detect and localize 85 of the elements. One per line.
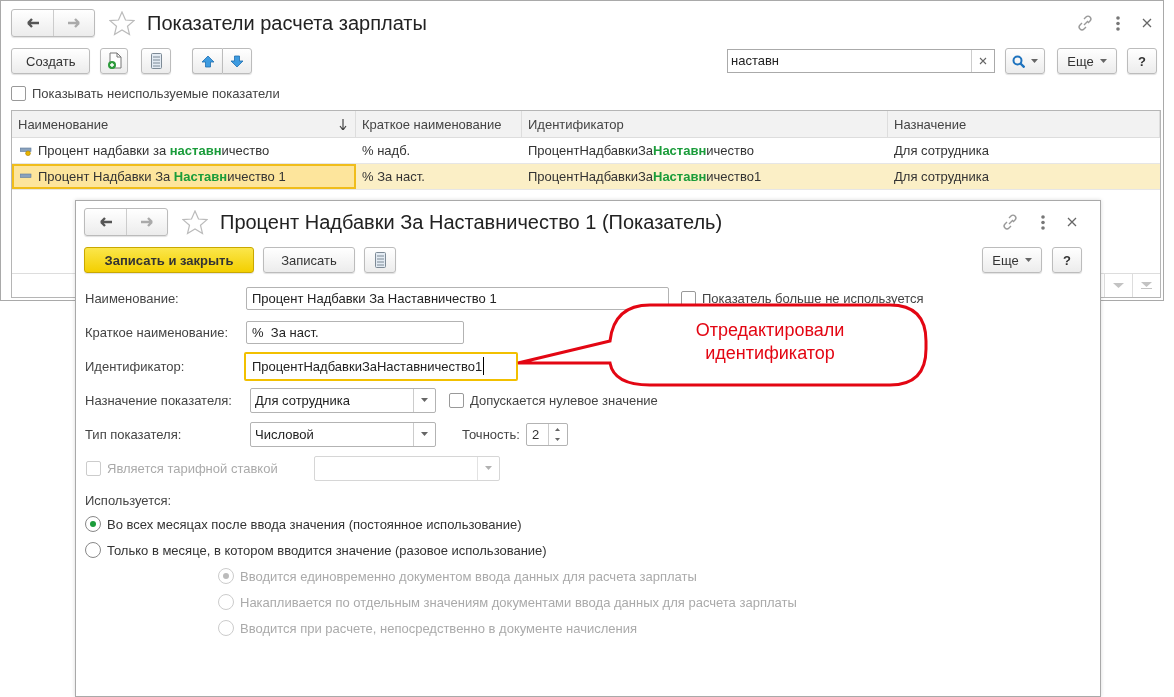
save-button[interactable]: Записать <box>263 247 355 273</box>
sort-arrow-icon <box>339 118 347 130</box>
column-header[interactable]: Назначение <box>888 111 1160 137</box>
more-button[interactable]: Еще <box>1057 48 1117 74</box>
more-button[interactable]: Еще <box>982 247 1042 273</box>
move-down-button[interactable] <box>222 48 253 74</box>
table-cell: ПроцентНадбавкиЗаНаставничество1 <box>528 169 762 184</box>
radio-button[interactable] <box>85 516 101 532</box>
column-header[interactable]: Краткое наименование <box>356 111 522 137</box>
input-field[interactable]: Процент Надбавки За Наставничество 1 <box>246 286 669 310</box>
table-cell: Процент надбавки за наставничество <box>38 143 270 158</box>
list-button[interactable] <box>364 247 396 273</box>
table-cell: ПроцентНадбавкиЗаНаставничество <box>528 143 754 158</box>
field-label: Краткое наименование: <box>85 324 230 340</box>
checkbox-label: Показатель больше не используется <box>702 290 924 306</box>
field-label: Точность: <box>462 426 520 442</box>
more-menu-icon[interactable] <box>1041 214 1045 230</box>
forward-arrow-icon <box>140 216 154 228</box>
list-button[interactable] <box>141 48 172 74</box>
checkbox[interactable] <box>449 392 464 408</box>
more-menu-icon[interactable] <box>1116 15 1120 31</box>
radio-label: Накапливается по отдельным значениям документами ввода данных для расчета зарплаты <box>240 594 797 610</box>
create-button[interactable]: Создать <box>11 48 91 74</box>
number-field[interactable]: 2 <box>525 422 568 446</box>
list-icon <box>150 53 162 69</box>
down-triangle-icon <box>1113 283 1124 288</box>
window-title: Показатели расчета зарплаты <box>147 11 427 35</box>
search-field[interactable]: наставн <box>727 49 995 73</box>
input-field[interactable]: ПроцентНадбавкиЗаНаставничество1 <box>244 351 518 381</box>
close-icon[interactable] <box>1067 217 1077 227</box>
caret-icon <box>485 466 492 470</box>
close-icon <box>979 57 987 65</box>
table-row[interactable]: Процент Надбавки За Наставничество 1 % За наст. ПроцентНадбавкиЗаНаставничество1 Для сотрудника <box>12 164 1160 190</box>
star-icon[interactable] <box>109 10 135 36</box>
field-label: Назначение показателя: <box>85 392 233 408</box>
table-cell: % надб. <box>362 143 411 158</box>
radio-label: Вводится при расчете, непосредственно в документе начисления <box>240 620 638 636</box>
table-cell: % За наст. <box>362 169 425 184</box>
column-header[interactable]: Идентификатор <box>522 111 888 137</box>
table-cell: Для сотрудника <box>894 143 989 158</box>
caret-icon <box>421 432 428 436</box>
window-title: Процент Надбавки За Наставничество 1 (Показатель) <box>220 210 723 234</box>
field-label: Наименование: <box>85 290 180 306</box>
move-up-button[interactable] <box>192 48 223 74</box>
help-button[interactable]: ? <box>1127 48 1157 74</box>
caret-icon <box>1031 59 1038 63</box>
up-arrow-icon <box>200 54 215 68</box>
section-label: Используется: <box>85 493 173 510</box>
link-icon[interactable] <box>1001 213 1019 231</box>
checkbox-label: Показывать неиспользуемые показатели <box>32 85 280 101</box>
field-label: Идентификатор: <box>85 358 186 374</box>
save-and-close-button[interactable]: Записать и закрыть <box>84 247 254 273</box>
radio-label: Во всех месяцах после ввода значения (постоянное использование) <box>107 516 522 532</box>
star-icon[interactable] <box>182 209 208 235</box>
down-arrow-icon <box>230 54 245 68</box>
search-icon <box>1012 54 1025 68</box>
radio-label: Только в месяце, в котором вводится значение (разовое использование) <box>107 542 547 558</box>
dropdown-field[interactable]: Для сотрудника <box>250 387 436 413</box>
search-button[interactable] <box>1005 48 1045 74</box>
caret-icon <box>1024 258 1032 262</box>
document-plus-icon <box>106 52 122 70</box>
down-triangle-icon <box>1141 282 1152 289</box>
forward-arrow-icon <box>67 17 81 29</box>
checkbox-label: Допускается нулевое значение <box>470 392 658 408</box>
close-icon[interactable] <box>1142 18 1152 28</box>
table-cell: Процент Надбавки За Наставничество 1 <box>38 169 286 184</box>
table-cell: Для сотрудника <box>894 169 989 184</box>
caret-icon <box>1099 59 1107 63</box>
back-arrow-icon <box>98 216 113 228</box>
dropdown-field[interactable]: Числовой <box>250 421 436 447</box>
indicator-icon <box>20 145 32 156</box>
caret-icon <box>421 398 428 402</box>
callout-text: Отредактировали идентификатор <box>694 319 846 365</box>
input-field[interactable]: % За наст. <box>246 320 464 344</box>
list-icon <box>374 252 386 268</box>
radio-label: Вводится единовременно документом ввода данных для расчета зарплаты <box>240 568 697 584</box>
radio-button[interactable] <box>85 542 101 558</box>
help-button[interactable]: ? <box>1052 247 1082 273</box>
link-icon[interactable] <box>1076 14 1094 32</box>
back-arrow-icon <box>25 17 40 29</box>
checkbox[interactable] <box>11 85 26 101</box>
add-copy-button[interactable] <box>100 48 129 74</box>
field-label: Тип показателя: <box>85 426 183 442</box>
checkbox-label: Является тарифной ставкой <box>107 460 278 476</box>
column-header[interactable]: Наименование <box>12 111 356 137</box>
